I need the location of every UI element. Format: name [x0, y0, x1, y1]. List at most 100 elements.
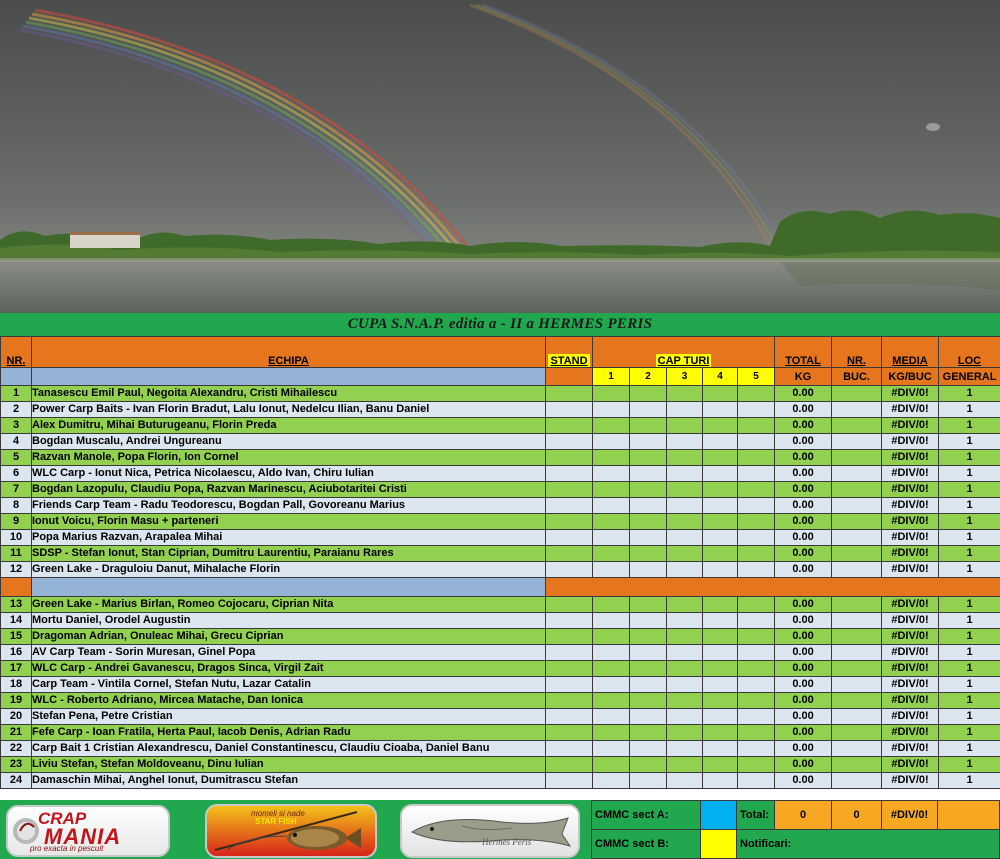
stand-cell[interactable]	[545, 756, 593, 773]
round-5-cell[interactable]	[736, 481, 776, 498]
round-3-cell[interactable]	[666, 385, 703, 402]
media-cell[interactable]: #DIV/0!	[881, 740, 940, 757]
team-number-cell[interactable]: 15	[0, 628, 32, 645]
media-cell[interactable]: #DIV/0!	[881, 417, 940, 434]
nr-buc-cell[interactable]	[831, 740, 883, 757]
media-cell[interactable]: #DIV/0!	[881, 628, 940, 645]
nr-buc-cell[interactable]	[831, 545, 883, 562]
round-5-cell[interactable]	[736, 628, 776, 645]
round-header[interactable]: 4	[702, 367, 738, 386]
loc-general-cell[interactable]: 1	[938, 529, 1000, 546]
loc-general-cell[interactable]: 1	[938, 596, 1000, 613]
round-2-cell[interactable]	[629, 529, 667, 546]
team-name-cell[interactable]: Razvan Manole, Popa Florin, Ion Cornel	[31, 449, 546, 466]
round-2-cell[interactable]	[629, 561, 667, 578]
stand-cell[interactable]	[545, 449, 593, 466]
round-3-cell[interactable]	[666, 644, 703, 661]
round-5-cell[interactable]	[736, 497, 776, 514]
total-kg-cell[interactable]: 0.00	[774, 561, 833, 578]
stand-cell[interactable]	[545, 724, 593, 741]
total-kg-cell[interactable]: 0.00	[774, 433, 833, 450]
round-4-cell[interactable]	[702, 513, 738, 530]
team-name-cell[interactable]: AV Carp Team - Sorin Muresan, Ginel Popa	[31, 644, 546, 661]
round-1-cell[interactable]	[592, 417, 630, 434]
round-3-cell[interactable]	[666, 628, 703, 645]
round-5-cell[interactable]	[736, 676, 776, 693]
round-1-cell[interactable]	[592, 660, 630, 677]
stand-cell[interactable]	[545, 545, 593, 562]
total-kg-cell[interactable]: 0.00	[774, 596, 833, 613]
round-4-cell[interactable]	[702, 401, 738, 418]
loc-general-cell[interactable]: 1	[938, 545, 1000, 562]
team-name-cell[interactable]: Mortu Daniel, Orodel Augustin	[31, 612, 546, 629]
round-1-cell[interactable]	[592, 628, 630, 645]
media-cell[interactable]: #DIV/0!	[881, 692, 940, 709]
total-kg-cell[interactable]: 0.00	[774, 676, 833, 693]
nr-buc-cell[interactable]	[831, 692, 883, 709]
team-name-cell[interactable]: Friends Carp Team - Radu Teodorescu, Bog…	[31, 497, 546, 514]
round-4-cell[interactable]	[702, 545, 738, 562]
round-1-cell[interactable]	[592, 772, 630, 789]
round-5-cell[interactable]	[736, 644, 776, 661]
loc-general-cell[interactable]: 1	[938, 433, 1000, 450]
loc-general-cell[interactable]: 1	[938, 449, 1000, 466]
round-4-cell[interactable]	[702, 676, 738, 693]
media-cell[interactable]: #DIV/0!	[881, 596, 940, 613]
team-name-cell[interactable]: Carp Team - Vintila Cornel, Stefan Nutu,…	[31, 676, 546, 693]
round-1-cell[interactable]	[592, 433, 630, 450]
team-number-cell[interactable]: 4	[0, 433, 32, 450]
header-capturi[interactable]: CAP TURI	[591, 336, 776, 368]
header-nr[interactable]: NR.	[0, 336, 32, 368]
nr-buc-cell[interactable]	[831, 772, 883, 789]
total-kg-cell[interactable]: 0.00	[774, 465, 833, 482]
round-3-cell[interactable]	[666, 772, 703, 789]
loc-general-cell[interactable]: 1	[938, 385, 1000, 402]
total-kg-cell[interactable]: 0.00	[774, 628, 833, 645]
round-1-cell[interactable]	[592, 449, 630, 466]
round-5-cell[interactable]	[736, 756, 776, 773]
team-name-cell[interactable]: Bogdan Muscalu, Andrei Ungureanu	[31, 433, 546, 450]
media-cell[interactable]: #DIV/0!	[881, 772, 940, 789]
round-5-cell[interactable]	[736, 772, 776, 789]
team-number-cell[interactable]: 24	[0, 772, 32, 789]
stand-cell[interactable]	[545, 561, 593, 578]
media-cell[interactable]: #DIV/0!	[881, 660, 940, 677]
round-3-cell[interactable]	[666, 433, 703, 450]
round-5-cell[interactable]	[736, 385, 776, 402]
round-5-cell[interactable]	[736, 708, 776, 725]
media-cell[interactable]: #DIV/0!	[881, 724, 940, 741]
team-number-cell[interactable]: 14	[0, 612, 32, 629]
media-cell[interactable]: #DIV/0!	[881, 529, 940, 546]
round-4-cell[interactable]	[702, 740, 738, 757]
round-1-cell[interactable]	[592, 676, 630, 693]
round-3-cell[interactable]	[666, 740, 703, 757]
stand-cell[interactable]	[545, 529, 593, 546]
round-5-cell[interactable]	[736, 561, 776, 578]
header-buc[interactable]: BUC.	[831, 367, 883, 386]
loc-general-cell[interactable]: 1	[938, 465, 1000, 482]
round-3-cell[interactable]	[666, 401, 703, 418]
round-3-cell[interactable]	[666, 596, 703, 613]
round-2-cell[interactable]	[629, 385, 667, 402]
round-1-cell[interactable]	[592, 708, 630, 725]
round-2-cell[interactable]	[629, 708, 667, 725]
header-media[interactable]: MEDIA	[881, 336, 940, 368]
team-number-cell[interactable]: 12	[0, 561, 32, 578]
stand-cell[interactable]	[545, 740, 593, 757]
total-kg-cell[interactable]: 0.00	[774, 708, 833, 725]
loc-general-cell[interactable]: 1	[938, 561, 1000, 578]
total-kg-cell[interactable]: 0.00	[774, 401, 833, 418]
media-cell[interactable]: #DIV/0!	[881, 433, 940, 450]
nr-buc-cell[interactable]	[831, 756, 883, 773]
team-number-cell[interactable]: 9	[0, 513, 32, 530]
round-4-cell[interactable]	[702, 561, 738, 578]
nr-buc-cell[interactable]	[831, 449, 883, 466]
team-number-cell[interactable]: 2	[0, 401, 32, 418]
loc-general-cell[interactable]: 1	[938, 513, 1000, 530]
cmmc-sect-a-value[interactable]	[700, 800, 737, 830]
round-1-cell[interactable]	[592, 481, 630, 498]
team-name-cell[interactable]: Stefan Pena, Petre Cristian	[31, 708, 546, 725]
round-2-cell[interactable]	[629, 724, 667, 741]
team-name-cell[interactable]: Fefe Carp - Ioan Fratila, Herta Paul, Ia…	[31, 724, 546, 741]
round-4-cell[interactable]	[702, 772, 738, 789]
